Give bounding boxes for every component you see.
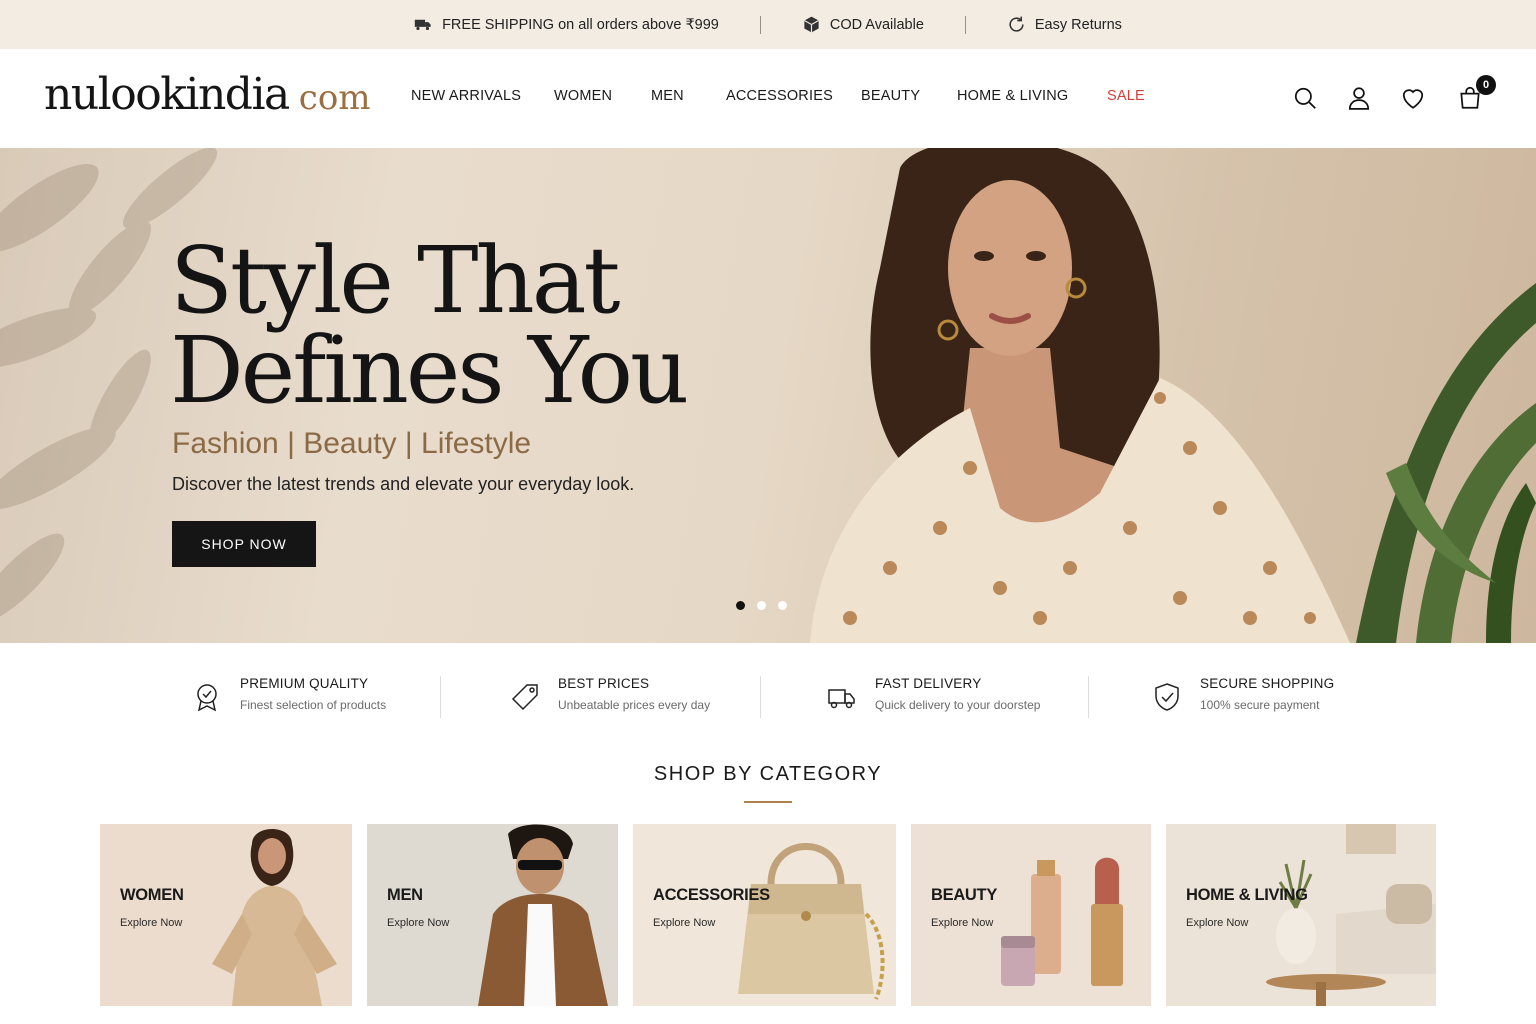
carousel-dot-2[interactable] (757, 601, 766, 610)
feature-title: BEST PRICES (558, 676, 650, 691)
feature-divider (760, 676, 761, 718)
price-tag-icon (511, 684, 538, 711)
hero-description: Discover the latest trends and elevate y… (172, 474, 635, 494)
shop-now-button[interactable]: SHOP NOW (172, 521, 316, 567)
cod-note: COD Available (761, 15, 965, 34)
category-card-beauty[interactable]: BEAUTY Explore Now (911, 824, 1151, 1006)
category-explore-link[interactable]: Explore Now (387, 917, 449, 929)
carousel-dot-1[interactable] (736, 601, 745, 610)
search-icon (1294, 87, 1316, 109)
category-explore-link[interactable]: Explore Now (653, 917, 715, 929)
nav-sale[interactable]: SALE (1107, 88, 1145, 104)
returns-note: Easy Returns (966, 15, 1163, 34)
cosmetics-category-image (1001, 857, 1123, 986)
feature-fast-delivery: FAST DELIVERY Quick delivery to your doo… (827, 676, 1040, 712)
wishlist-button[interactable] (1400, 85, 1426, 111)
feature-desc: Finest selection of products (240, 698, 387, 712)
features-strip: PREMIUM QUALITY Finest selection of prod… (0, 643, 1536, 753)
logo-tld: com (298, 78, 371, 118)
category-card-accessories[interactable]: ACCESSORIES Explore Now (633, 824, 896, 1006)
feature-title: SECURE SHOPPING (1200, 676, 1335, 691)
return-icon (1009, 16, 1024, 32)
nav-new-arrivals[interactable]: NEW ARRIVALS (411, 88, 521, 104)
free-shipping-text: FREE SHIPPING on all orders above ₹999 (442, 16, 719, 33)
feature-best-prices: BEST PRICES Unbeatable prices every day (510, 676, 710, 712)
category-name: WOMEN (120, 886, 184, 904)
cart-button[interactable]: 0 (1457, 75, 1496, 111)
nav-beauty[interactable]: BEAUTY (861, 88, 920, 104)
home-decor-category-image (1266, 824, 1436, 1006)
shield-check-icon (1155, 683, 1179, 711)
hero-banner: Style That Defines You Fashion | Beauty … (0, 148, 1536, 643)
hero-subtitle: Fashion | Beauty | Lifestyle (172, 427, 532, 460)
carousel-dot-3[interactable] (778, 601, 787, 610)
nav-home-living[interactable]: HOME & LIVING (957, 88, 1068, 104)
women-category-image (212, 829, 337, 1006)
category-name: ACCESSORIES (653, 886, 770, 904)
announcement-bar: FREE SHIPPING on all orders above ₹999 C… (0, 0, 1536, 49)
free-shipping-note: FREE SHIPPING on all orders above ₹999 (373, 15, 760, 34)
cod-text: COD Available (829, 16, 924, 33)
nav-women[interactable]: WOMEN (554, 88, 612, 104)
handbag-category-image (738, 843, 885, 1000)
category-name: MEN (387, 886, 423, 904)
category-card-women[interactable]: WOMEN Explore Now (100, 824, 352, 1006)
logo-main: nulookindia (44, 69, 290, 120)
feature-desc: Unbeatable prices every day (558, 698, 711, 712)
feature-divider (1088, 676, 1089, 718)
category-card-home-living[interactable]: HOME & LIVING Explore Now (1166, 824, 1436, 1006)
returns-text: Easy Returns (1034, 16, 1122, 33)
feature-title: PREMIUM QUALITY (240, 676, 369, 691)
feature-title: FAST DELIVERY (875, 676, 982, 691)
account-button[interactable] (1346, 85, 1372, 111)
heart-icon (1402, 89, 1424, 109)
delivery-truck-icon (828, 689, 855, 709)
carousel-dots (736, 601, 787, 610)
feature-desc: Quick delivery to your doorstep (875, 698, 1041, 712)
section-title: SHOP BY CATEGORY (653, 763, 883, 785)
category-name: HOME & LIVING (1186, 886, 1308, 904)
site-logo[interactable]: nulookindia com (44, 69, 371, 120)
truck-icon (414, 19, 431, 31)
feature-secure-shopping: SECURE SHOPPING 100% secure payment (1152, 676, 1334, 712)
user-icon (1348, 87, 1370, 110)
category-explore-link[interactable]: Explore Now (120, 917, 182, 929)
section-title-underline (744, 801, 792, 803)
category-card-men[interactable]: MEN Explore Now (367, 824, 618, 1006)
feature-premium-quality: PREMIUM QUALITY Finest selection of prod… (192, 676, 386, 712)
category-explore-link[interactable]: Explore Now (1186, 917, 1248, 929)
nav-accessories[interactable]: ACCESSORIES (726, 88, 833, 104)
men-category-image (478, 824, 608, 1006)
feature-desc: 100% secure payment (1200, 698, 1320, 712)
category-explore-link[interactable]: Explore Now (931, 917, 993, 929)
hero-title: Style That Defines You (170, 227, 689, 424)
site-header: nulookindia com NEW ARRIVALS WOMEN MEN AC… (0, 49, 1536, 148)
badge-check-icon (197, 684, 217, 712)
feature-divider (440, 676, 441, 718)
nav-men[interactable]: MEN (651, 88, 684, 104)
category-name: BEAUTY (931, 886, 998, 904)
search-button[interactable] (1292, 85, 1318, 111)
plant-decoration (1356, 283, 1536, 643)
box-icon (803, 16, 819, 33)
cart-count-badge: 0 (1476, 75, 1496, 95)
